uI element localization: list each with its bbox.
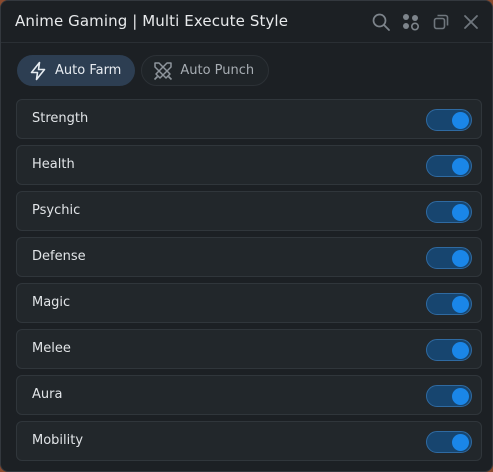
toggle-knob [452, 250, 469, 267]
search-icon[interactable] [370, 11, 392, 33]
toggle-label: Defense [32, 249, 86, 264]
tab-auto-farm[interactable]: Auto Farm [17, 55, 136, 86]
app-window: Anime Gaming | Multi Execute Style Auto … [0, 0, 493, 472]
toggle-knob [452, 204, 469, 221]
toggle-label: Melee [32, 341, 71, 356]
toggle-knob [452, 296, 469, 313]
restore-icon[interactable] [430, 11, 452, 33]
toggle-label: Strength [32, 111, 89, 126]
magic-toggle[interactable] [426, 293, 472, 315]
toggle-label: Health [32, 157, 75, 172]
toggle-row-psychic: Psychic [16, 191, 482, 231]
defense-toggle[interactable] [426, 247, 472, 269]
toggle-label: Aura [32, 387, 63, 402]
close-icon[interactable] [460, 11, 482, 33]
toggle-label: Magic [32, 295, 71, 310]
tab-label: Auto Punch [180, 63, 255, 78]
toggle-row-melee: Melee [16, 329, 482, 369]
toggle-knob [452, 434, 469, 451]
tab-label: Auto Farm [55, 63, 122, 78]
window-title: Anime Gaming | Multi Execute Style [15, 12, 289, 30]
aura-toggle[interactable] [426, 385, 472, 407]
title-bar[interactable]: Anime Gaming | Multi Execute Style [1, 1, 492, 43]
melee-toggle[interactable] [426, 339, 472, 361]
health-toggle[interactable] [426, 155, 472, 177]
tab-auto-punch[interactable]: Auto Punch [141, 55, 270, 86]
toggle-row-strength: Strength [16, 99, 482, 139]
toggle-list: Strength Health Psychic Defense Magic Me… [16, 99, 483, 471]
toggle-knob [452, 342, 469, 359]
toggle-knob [452, 388, 469, 405]
toggle-row-defense: Defense [16, 237, 482, 277]
toggle-row-mobility: Mobility [16, 421, 482, 461]
crossed-swords-icon [152, 60, 174, 82]
toggle-label: Psychic [32, 203, 81, 218]
lightning-icon [27, 60, 49, 82]
toggle-knob [452, 112, 469, 129]
strength-toggle[interactable] [426, 109, 472, 131]
tab-bar: Auto Farm Auto Punch [17, 55, 270, 87]
toggle-row-health: Health [16, 145, 482, 185]
psychic-toggle[interactable] [426, 201, 472, 223]
settings-dots-icon[interactable] [400, 11, 422, 33]
toggle-row-magic: Magic [16, 283, 482, 323]
toggle-label: Mobility [32, 433, 84, 448]
toggle-knob [452, 158, 469, 175]
toggle-row-aura: Aura [16, 375, 482, 415]
mobility-toggle[interactable] [426, 431, 472, 453]
